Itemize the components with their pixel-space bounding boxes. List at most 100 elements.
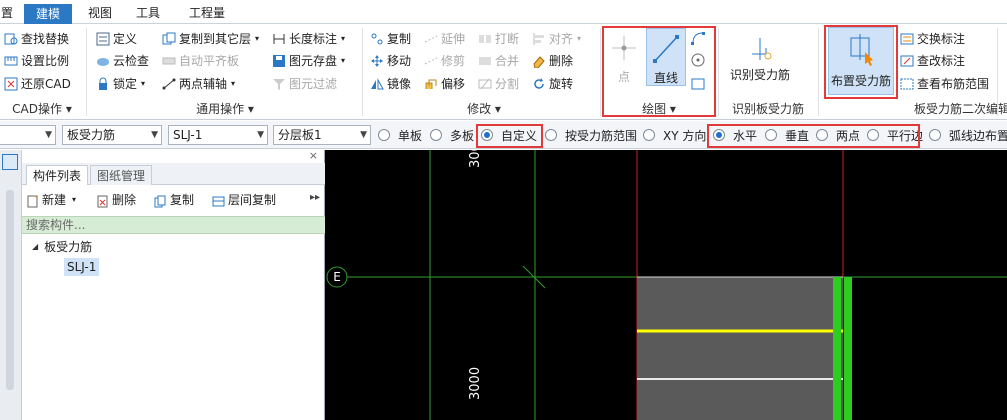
copy-button[interactable]: 复制 [370, 30, 411, 48]
panel-tabs: 构件列表 图纸管理 [22, 163, 325, 185]
split-button[interactable]: 分割 [478, 75, 519, 93]
close-icon[interactable]: × [309, 150, 318, 162]
copy-icon [370, 32, 384, 46]
beam-strip [844, 277, 852, 420]
tab-component-list[interactable]: 构件列表 [26, 165, 89, 185]
radio-two-points[interactable]: 两点 [816, 127, 860, 143]
identify-rebar-label: 识别受力筋 [729, 68, 790, 82]
radio-dot-icon [643, 129, 655, 141]
radio-xy-direction[interactable]: XY 方向 [643, 127, 706, 143]
menu-modeling[interactable]: 建模 [24, 4, 72, 24]
swap-icon [900, 32, 914, 46]
ribbon: 查找替换 设置比例 还原CAD CAD操作 ▾ 定义 云检查 锁定 ▾ 复制到其它… [0, 24, 1007, 120]
layer-nav-icon[interactable] [2, 154, 18, 170]
category-select[interactable]: ▼ [0, 125, 56, 145]
offset-button[interactable]: 偏移 [424, 75, 465, 93]
chevron-down-icon: ▼ [257, 130, 264, 140]
restore-cad-label: 还原CAD [21, 77, 71, 91]
tab-drawing-management[interactable]: 图纸管理 [90, 165, 153, 185]
delete-component-button[interactable]: 删除 [96, 190, 136, 210]
left-side-strip [0, 150, 22, 420]
radio-parallel-edge[interactable]: 平行边 [867, 127, 923, 143]
view-range-button[interactable]: 查看布筋范围 [900, 75, 989, 93]
layer-copy-button[interactable]: 层间复制 [212, 190, 276, 210]
element-name-select[interactable]: SLJ-1 ▼ [168, 125, 268, 145]
arc-icon[interactable] [690, 30, 706, 46]
element-type-select[interactable]: 板受力筋 ▼ [62, 125, 162, 145]
auto-flat-slab-button[interactable]: 自动平齐板 [162, 52, 239, 70]
circle-icon[interactable] [690, 52, 706, 68]
two-point-axis-button[interactable]: 两点辅轴 ▾ [162, 75, 235, 93]
swap-mark-label: 交换标注 [917, 32, 966, 46]
radio-multi-slab[interactable]: 多板 [430, 127, 474, 143]
swap-mark-button[interactable]: 交换标注 [900, 30, 965, 48]
length-mark-button[interactable]: 长度标注 ▾ [272, 30, 345, 48]
drawing-canvas[interactable]: E 3000 3000 [325, 150, 1007, 420]
delete-icon [96, 194, 109, 207]
dimension-text-top: 3000 [468, 150, 483, 168]
element-save-label: 图元存盘 [289, 54, 338, 68]
collapse-arrow-icon[interactable]: ◢ [32, 238, 38, 256]
cloud-check-button[interactable]: 云检查 [96, 52, 149, 70]
radio-arc-edge[interactable]: 弧线边布置 [929, 127, 1007, 143]
extend-button[interactable]: 延伸 [424, 30, 465, 48]
menu-view[interactable]: 视图 [80, 4, 120, 22]
scrollbar[interactable] [6, 190, 14, 390]
point-button[interactable]: 点 [606, 28, 642, 86]
find-replace-icon [4, 32, 18, 46]
slab-region[interactable] [637, 277, 843, 420]
tree-node-root[interactable]: ◢ 板受力筋 [32, 238, 92, 256]
beam-strip [833, 277, 841, 420]
radio-dot-icon [929, 129, 941, 141]
radio-single-slab[interactable]: 单板 [378, 127, 422, 143]
move-button[interactable]: 移动 [370, 52, 411, 70]
rotate-button[interactable]: 旋转 [532, 75, 573, 93]
copy-to-other-layer-label: 复制到其它层 [179, 32, 252, 46]
more-icon[interactable]: ▸▸ [310, 192, 320, 203]
group-label-secondary: 板受力筋二次编辑 [914, 102, 1007, 116]
radio-by-rebar-range[interactable]: 按受力筋范围 [545, 127, 637, 143]
radio-custom[interactable]: 自定义 [481, 127, 537, 143]
line-button[interactable]: 直线 [646, 28, 686, 86]
merge-button[interactable]: 合并 [478, 52, 519, 70]
place-rebar-button[interactable]: 布置受力筋 [828, 27, 894, 95]
menu-tools[interactable]: 工具 [128, 4, 168, 22]
group-label-common: 通用操作 ▾ [196, 102, 254, 116]
radio-horizontal[interactable]: 水平 [713, 127, 757, 143]
set-scale-button[interactable]: 设置比例 [4, 52, 69, 70]
define-button[interactable]: 定义 [96, 30, 137, 48]
find-replace-button[interactable]: 查找替换 [4, 30, 69, 48]
mirror-label: 镜像 [387, 77, 412, 91]
edit-mark-button[interactable]: 查改标注 [900, 52, 965, 70]
copy-to-other-layer-button[interactable]: 复制到其它层 ▾ [162, 30, 259, 48]
radio-vertical[interactable]: 垂直 [765, 127, 809, 143]
layer-select[interactable]: 分层板1 ▼ [273, 125, 371, 145]
mirror-icon [370, 77, 384, 91]
element-save-button[interactable]: 图元存盘 ▾ [272, 52, 345, 70]
rotate-label: 旋转 [549, 77, 574, 91]
separator [997, 28, 998, 116]
menu-bar: 置 建模 视图 工具 工程量 [0, 0, 1007, 24]
restore-cad-button[interactable]: 还原CAD [4, 75, 71, 93]
identify-rebar-button[interactable]: 识别受力筋 [724, 32, 796, 84]
trim-button[interactable]: 修剪 [424, 52, 465, 70]
identify-rebar-icon [724, 32, 796, 66]
radio-dot-icon [545, 129, 557, 141]
new-button[interactable]: 新建 ▾ [26, 190, 76, 210]
menu-quantity[interactable]: 工程量 [180, 4, 234, 22]
component-search-input[interactable]: 搜索构件... [22, 216, 325, 234]
split-label: 分割 [495, 77, 520, 91]
delete-button[interactable]: 删除 [532, 52, 573, 70]
tree-node-slj-1[interactable]: SLJ-1 [64, 258, 100, 276]
mirror-button[interactable]: 镜像 [370, 75, 411, 93]
save-icon [272, 54, 286, 68]
lock-button[interactable]: 锁定 ▾ [96, 75, 145, 93]
align-button[interactable]: 对齐 ▾ [532, 30, 581, 48]
break-button[interactable]: 打断 [478, 30, 519, 48]
edit-mark-label: 查改标注 [917, 54, 966, 68]
define-icon [96, 32, 110, 46]
copy-component-button[interactable]: 复制 [154, 190, 194, 210]
element-filter-button[interactable]: 图元过滤 [272, 75, 337, 93]
menu-view-partial[interactable]: 置 [0, 4, 14, 22]
rectangle-icon[interactable] [690, 76, 706, 92]
